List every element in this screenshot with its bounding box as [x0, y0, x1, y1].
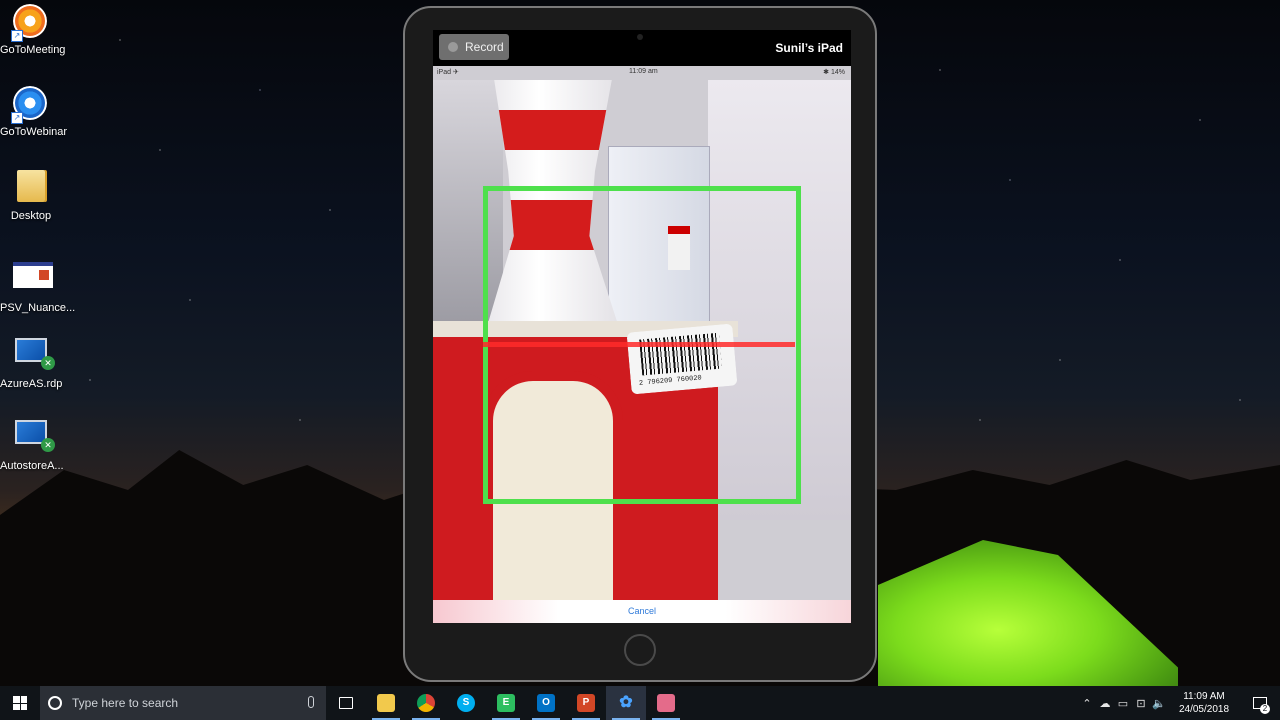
- taskbar-evernote[interactable]: E: [486, 686, 526, 720]
- folder-icon: [13, 170, 49, 206]
- evernote-icon: E: [497, 694, 515, 712]
- volume-icon[interactable]: 🔈: [1150, 686, 1168, 720]
- outlook-icon: O: [537, 694, 555, 712]
- windows-logo-icon: [13, 696, 27, 710]
- taskbar: Type here to search S E O P ✿ ⌃ ☁ ▭ ⊡ 🔈 …: [0, 686, 1280, 720]
- desktop-icon-psv-nuance[interactable]: PSV_Nuance...: [0, 254, 76, 314]
- taskbar-outlook[interactable]: O: [526, 686, 566, 720]
- desktop-icon-gotowebinar[interactable]: ↗ GoToWebinar: [0, 86, 68, 138]
- shortcut-arrow-icon: ↗: [11, 112, 23, 124]
- clock-date: 24/05/2018: [1178, 704, 1230, 715]
- desktop-icon-label: GoToWebinar: [0, 126, 68, 138]
- app-icon: [657, 694, 675, 712]
- task-view-icon: [339, 697, 353, 709]
- desktop-icon-label: PSV_Nuance...: [0, 302, 76, 314]
- device-name: Sunil’s iPad: [775, 41, 843, 55]
- desktop-icon-autostorea[interactable]: AutostoreA...: [0, 416, 64, 472]
- ipad-mirror-window: Record Sunil’s iPad 2 796209 760020 iPad…: [403, 6, 877, 682]
- desktop-icon-gotomeeting[interactable]: ↗ GoToMeeting: [0, 4, 66, 56]
- record-dot-icon: [448, 42, 458, 52]
- battery-icon[interactable]: ▭: [1114, 686, 1132, 720]
- taskbar-file-explorer[interactable]: [366, 686, 406, 720]
- status-carrier: iPad ✈︎: [437, 69, 459, 76]
- status-battery: ✱ 14%: [823, 69, 845, 76]
- powerpoint-file-icon: [13, 262, 53, 298]
- scan-laser-line: [483, 342, 795, 347]
- taskbar-powerpoint[interactable]: P: [566, 686, 606, 720]
- desktop-icon-desktop-folder[interactable]: Desktop: [0, 170, 62, 222]
- system-tray: ⌃ ☁ ▭ ⊡ 🔈 11:09 AM 24/05/2018 2: [1078, 686, 1280, 720]
- shortcut-arrow-icon: ↗: [11, 30, 23, 42]
- gotomeeting-icon: ↗: [11, 4, 49, 42]
- clock-time: 11:09 AM: [1183, 691, 1225, 702]
- taskbar-generic-app[interactable]: [646, 686, 686, 720]
- ios-status-bar: iPad ✈︎ 11:09 am ✱ 14%: [433, 66, 851, 80]
- clock[interactable]: 11:09 AM 24/05/2018: [1168, 690, 1240, 716]
- powerpoint-icon: P: [577, 694, 595, 712]
- start-button[interactable]: [0, 686, 40, 720]
- gotowebinar-icon: ↗: [11, 86, 49, 124]
- chrome-icon: [417, 694, 435, 712]
- record-label: Record: [465, 40, 504, 54]
- record-button[interactable]: Record: [439, 34, 509, 60]
- cortana-icon: [48, 696, 62, 710]
- cancel-button[interactable]: Cancel: [433, 600, 851, 623]
- remote-desktop-icon: [13, 420, 55, 456]
- onedrive-icon[interactable]: ☁: [1096, 686, 1114, 720]
- gotowebinar-icon: ✿: [619, 694, 633, 711]
- status-time: 11:09 am: [629, 68, 658, 75]
- notification-badge: 2: [1260, 704, 1270, 714]
- skype-icon: S: [457, 694, 475, 712]
- show-hidden-icons-chevron-icon[interactable]: ⌃: [1078, 686, 1096, 720]
- desktop-icon-label: AutostoreA...: [0, 460, 64, 472]
- camera-viewfinder: 2 796209 760020 iPad ✈︎ 11:09 am ✱ 14% C…: [433, 66, 851, 623]
- network-icon[interactable]: ⊡: [1132, 686, 1150, 720]
- desktop-icon-label: GoToMeeting: [0, 44, 66, 56]
- ipad-camera: [637, 34, 643, 40]
- taskbar-skype[interactable]: S: [446, 686, 486, 720]
- taskbar-chrome[interactable]: [406, 686, 446, 720]
- microphone-icon[interactable]: [308, 696, 314, 708]
- desktop-icon-label: Desktop: [10, 210, 52, 222]
- remote-desktop-icon: [13, 338, 55, 374]
- home-button[interactable]: [624, 634, 656, 666]
- file-explorer-icon: [377, 694, 395, 712]
- task-view-button[interactable]: [326, 686, 366, 720]
- taskbar-gotowebinar[interactable]: ✿: [606, 686, 646, 720]
- action-center-button[interactable]: 2: [1240, 686, 1280, 720]
- search-placeholder: Type here to search: [72, 696, 179, 710]
- desktop-icon-azureas-rdp[interactable]: AzureAS.rdp: [0, 334, 62, 390]
- desktop-icon-label: AzureAS.rdp: [0, 378, 63, 390]
- search-box[interactable]: Type here to search: [40, 686, 326, 720]
